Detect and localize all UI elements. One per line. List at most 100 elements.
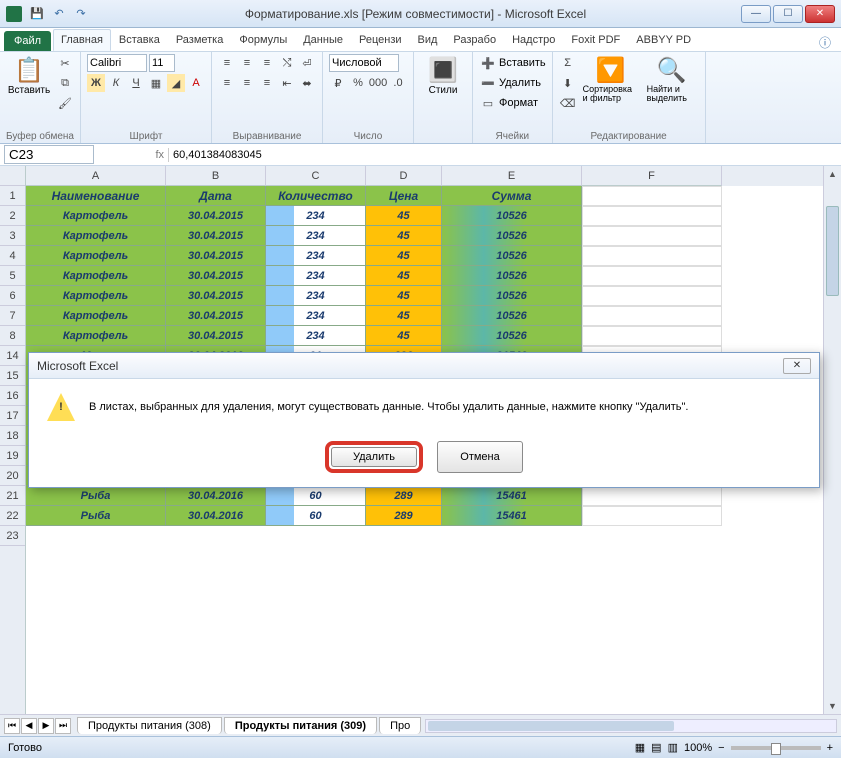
tab-insert[interactable]: Вставка — [111, 29, 168, 51]
align-top-icon[interactable]: ≡ — [218, 54, 236, 72]
row-header-4[interactable]: 4 — [0, 246, 25, 266]
scroll-up-icon[interactable]: ▲ — [824, 166, 841, 182]
row-header-23[interactable]: 23 — [0, 526, 25, 546]
fill-color-icon[interactable]: ◢ — [167, 74, 185, 92]
tab-review[interactable]: Рецензи — [351, 29, 410, 51]
zoom-in-icon[interactable]: + — [827, 742, 833, 754]
cell[interactable]: 60 — [266, 486, 366, 506]
cell[interactable]: 30.04.2015 — [166, 246, 266, 266]
align-left-icon[interactable]: ≡ — [218, 74, 236, 92]
col-header-E[interactable]: E — [442, 166, 582, 186]
tab-formulas[interactable]: Формулы — [231, 29, 295, 51]
cell[interactable]: 30.04.2016 — [166, 486, 266, 506]
dialog-close-icon[interactable]: ✕ — [783, 358, 811, 374]
tab-data[interactable]: Данные — [295, 29, 351, 51]
merge-icon[interactable]: ⬌ — [298, 74, 316, 92]
cell[interactable]: Картофель — [26, 246, 166, 266]
row-header-7[interactable]: 7 — [0, 306, 25, 326]
header-cell[interactable]: Количество — [266, 186, 366, 206]
row-header-18[interactable]: 18 — [0, 426, 25, 446]
cell[interactable]: 45 — [366, 266, 442, 286]
find-select-button[interactable]: 🔍Найти и выделить — [645, 54, 699, 105]
header-cell[interactable]: Дата — [166, 186, 266, 206]
cell[interactable]: 45 — [366, 286, 442, 306]
tab-file[interactable]: Файл — [4, 31, 51, 51]
scroll-thumb[interactable] — [826, 206, 839, 296]
cell[interactable]: 45 — [366, 206, 442, 226]
formula-input[interactable]: 60,401384083045 — [168, 148, 841, 162]
format-cells-icon[interactable]: ▭ — [479, 94, 497, 112]
tab-layout[interactable]: Разметка — [168, 29, 232, 51]
align-bot-icon[interactable]: ≡ — [258, 54, 276, 72]
sheet-nav-first-icon[interactable]: ⏮ — [4, 718, 20, 734]
cell[interactable]: 10526 — [442, 266, 582, 286]
cell[interactable]: 289 — [366, 506, 442, 526]
cell[interactable]: 234 — [266, 206, 366, 226]
cell[interactable]: Рыба — [26, 486, 166, 506]
paste-button[interactable]: 📋Вставить — [6, 54, 52, 98]
indent-dec-icon[interactable]: ⇤ — [278, 74, 296, 92]
cell[interactable]: Картофель — [26, 266, 166, 286]
vertical-scrollbar[interactable]: ▲ ▼ — [823, 166, 841, 714]
sheet-nav-prev-icon[interactable]: ◀ — [21, 718, 37, 734]
underline-button[interactable]: Ч — [127, 74, 145, 92]
cell[interactable]: 234 — [266, 266, 366, 286]
row-header-8[interactable]: 8 — [0, 326, 25, 346]
cell[interactable]: 289 — [366, 486, 442, 506]
italic-button[interactable]: К — [107, 74, 125, 92]
cell[interactable]: Картофель — [26, 226, 166, 246]
header-cell[interactable]: Цена — [366, 186, 442, 206]
fill-icon[interactable]: ⬇ — [559, 74, 577, 92]
align-right-icon[interactable]: ≡ — [258, 74, 276, 92]
cell[interactable]: 10526 — [442, 246, 582, 266]
sort-filter-button[interactable]: 🔽Сортировка и фильтр — [581, 54, 641, 105]
view-layout-icon[interactable]: ▤ — [651, 741, 661, 754]
tab-foxit[interactable]: Foxit PDF — [563, 29, 628, 51]
copy-icon[interactable]: ⧉ — [56, 74, 74, 92]
cell[interactable]: 10526 — [442, 206, 582, 226]
delete-button[interactable]: Удалить — [331, 447, 417, 467]
currency-icon[interactable]: ₽ — [329, 74, 347, 92]
cell[interactable]: Картофель — [26, 206, 166, 226]
col-header-A[interactable]: A — [26, 166, 166, 186]
row-header-3[interactable]: 3 — [0, 226, 25, 246]
number-format-select[interactable] — [329, 54, 399, 72]
font-name-select[interactable] — [87, 54, 147, 72]
comma-icon[interactable]: 000 — [369, 74, 387, 92]
cell[interactable]: 30.04.2015 — [166, 306, 266, 326]
cell[interactable]: 30.04.2016 — [166, 506, 266, 526]
cell[interactable]: 234 — [266, 226, 366, 246]
save-icon[interactable]: 💾 — [28, 5, 46, 23]
clear-icon[interactable]: ⌫ — [559, 94, 577, 112]
zoom-slider[interactable] — [731, 746, 821, 750]
tab-view[interactable]: Вид — [410, 29, 446, 51]
cell[interactable]: 30.04.2015 — [166, 326, 266, 346]
tab-home[interactable]: Главная — [53, 29, 111, 51]
col-header-D[interactable]: D — [366, 166, 442, 186]
cell[interactable]: 30.04.2015 — [166, 266, 266, 286]
cell[interactable]: 45 — [366, 246, 442, 266]
cell[interactable]: 30.04.2015 — [166, 286, 266, 306]
sheet-nav-next-icon[interactable]: ▶ — [38, 718, 54, 734]
select-all-corner[interactable] — [0, 166, 25, 186]
styles-button[interactable]: 🔳Стили — [420, 54, 466, 98]
sheet-tab-next[interactable]: Про — [379, 717, 421, 734]
row-header-6[interactable]: 6 — [0, 286, 25, 306]
sheet-tab-308[interactable]: Продукты питания (308) — [77, 717, 222, 734]
header-cell[interactable]: Наименование — [26, 186, 166, 206]
row-header-17[interactable]: 17 — [0, 406, 25, 426]
tab-dev[interactable]: Разрабо — [445, 29, 504, 51]
align-mid-icon[interactable]: ≡ — [238, 54, 256, 72]
delete-cells-icon[interactable]: ➖ — [479, 74, 497, 92]
undo-icon[interactable]: ↶ — [50, 5, 68, 23]
inc-dec-icon[interactable]: .0 — [389, 74, 407, 92]
view-break-icon[interactable]: ▥ — [668, 741, 678, 754]
col-header-B[interactable]: B — [166, 166, 266, 186]
redo-icon[interactable]: ↷ — [72, 5, 90, 23]
delete-cells-label[interactable]: Удалить — [499, 77, 541, 89]
fx-icon[interactable]: fx — [155, 149, 164, 161]
font-size-select[interactable] — [149, 54, 175, 72]
orientation-icon[interactable]: ⤭ — [278, 54, 296, 72]
maximize-button[interactable]: ☐ — [773, 5, 803, 23]
insert-cells-icon[interactable]: ➕ — [479, 54, 497, 72]
